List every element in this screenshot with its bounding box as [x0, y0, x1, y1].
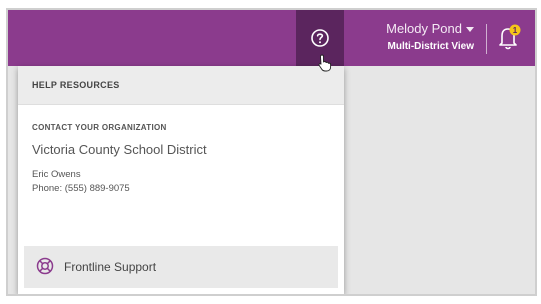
help-icon [310, 28, 330, 48]
user-name-row: Melody Pond [354, 20, 474, 37]
chevron-down-icon [466, 20, 474, 37]
contact-phone: Phone: (555) 889-9075 [32, 183, 130, 194]
contact-name: Eric Owens [32, 169, 81, 180]
user-name: Melody Pond [386, 21, 462, 36]
district-view-label: Multi-District View [387, 41, 475, 52]
user-menu[interactable]: Melody Pond Multi-District View [354, 20, 474, 55]
top-bar: Melody Pond Multi-District View 1 [8, 10, 535, 66]
help-resources-title: HELP RESOURCES [18, 66, 344, 105]
lifebuoy-icon [36, 257, 54, 278]
pointer-cursor-icon [318, 54, 332, 77]
app-window: Melody Pond Multi-District View 1 HELP R… [6, 8, 537, 296]
contact-section-title: CONTACT YOUR ORGANIZATION [32, 123, 167, 132]
bell-icon[interactable]: 1 [496, 23, 522, 56]
frontline-support-link[interactable]: Frontline Support [24, 246, 338, 288]
header-divider [486, 24, 487, 54]
notification-count: 1 [513, 26, 518, 35]
frontline-support-label: Frontline Support [64, 260, 157, 274]
contact-organization-section: CONTACT YOUR ORGANIZATION Victoria Count… [18, 123, 344, 194]
help-resources-dropdown: HELP RESOURCES CONTACT YOUR ORGANIZATION… [18, 66, 344, 294]
organization-name: Victoria County School District [32, 142, 207, 157]
